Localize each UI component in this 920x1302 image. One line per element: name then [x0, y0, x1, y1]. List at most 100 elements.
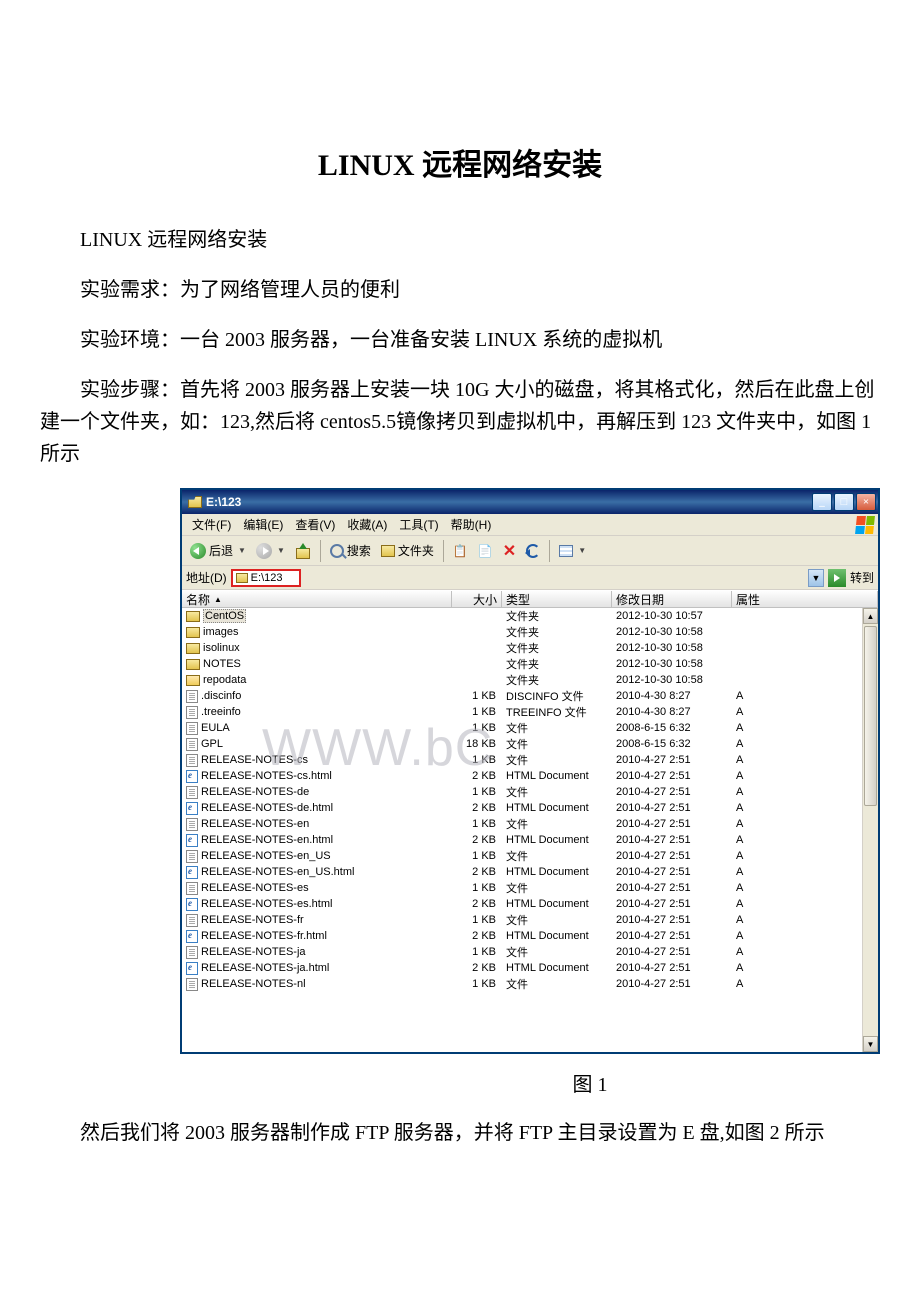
search-icon	[330, 544, 344, 558]
menu-favorites[interactable]: 收藏(A)	[341, 514, 393, 535]
col-size[interactable]: 大小	[452, 591, 502, 607]
sort-asc-icon: ▲	[214, 595, 222, 604]
minimize-button[interactable]: _	[812, 493, 832, 511]
file-name: RELEASE-NOTES-en.html	[201, 834, 333, 846]
file-icon	[186, 675, 200, 686]
file-date: 2010-4-27 2:51	[612, 978, 732, 990]
file-name: RELEASE-NOTES-fr	[201, 914, 304, 926]
table-row[interactable]: RELEASE-NOTES-cs.html2 KBHTML Document20…	[182, 768, 878, 784]
file-icon	[186, 738, 198, 751]
file-name: GPL	[201, 738, 223, 750]
vertical-scrollbar[interactable]: ▲ ▼	[862, 608, 878, 1052]
file-size: 1 KB	[452, 978, 502, 990]
table-row[interactable]: RELEASE-NOTES-de1 KB文件2010-4-27 2:51A	[182, 784, 878, 800]
file-type: 文件	[502, 816, 612, 832]
table-row[interactable]: repodata文件夹2012-10-30 10:58	[182, 672, 878, 688]
table-row[interactable]: RELEASE-NOTES-en.html2 KBHTML Document20…	[182, 832, 878, 848]
table-row[interactable]: GPL18 KB文件2008-6-15 6:32A	[182, 736, 878, 752]
forward-button[interactable]: ▼	[252, 541, 289, 561]
file-type: HTML Document	[502, 930, 612, 942]
close-button[interactable]: ×	[856, 493, 876, 511]
table-row[interactable]: RELEASE-NOTES-es.html2 KBHTML Document20…	[182, 896, 878, 912]
file-type: 文件	[502, 944, 612, 960]
address-label: 地址(D)	[186, 569, 227, 586]
table-row[interactable]: RELEASE-NOTES-en1 KB文件2010-4-27 2:51A	[182, 816, 878, 832]
table-row[interactable]: EULA1 KB文件2008-6-15 6:32A	[182, 720, 878, 736]
file-type: 文件	[502, 720, 612, 736]
file-date: 2010-4-27 2:51	[612, 786, 732, 798]
file-date: 2010-4-27 2:51	[612, 818, 732, 830]
file-icon	[186, 946, 198, 959]
col-type[interactable]: 类型	[502, 591, 612, 607]
folders-button[interactable]: 文件夹	[377, 540, 438, 561]
file-size: 2 KB	[452, 962, 502, 974]
file-date: 2010-4-27 2:51	[612, 930, 732, 942]
table-row[interactable]: RELEASE-NOTES-fr1 KB文件2010-4-27 2:51A	[182, 912, 878, 928]
paste-button[interactable]: 📄	[474, 542, 497, 560]
menu-file[interactable]: 文件(F)	[186, 514, 237, 535]
table-row[interactable]: isolinux文件夹2012-10-30 10:58	[182, 640, 878, 656]
table-row[interactable]: .discinfo1 KBDISCINFO 文件2010-4-30 8:27A	[182, 688, 878, 704]
file-date: 2010-4-27 2:51	[612, 962, 732, 974]
file-date: 2010-4-27 2:51	[612, 834, 732, 846]
fig1-caption: 图 1	[40, 1068, 880, 1097]
table-row[interactable]: RELEASE-NOTES-cs1 KB文件2010-4-27 2:51A	[182, 752, 878, 768]
file-size: 1 KB	[452, 722, 502, 734]
address-dropdown[interactable]: ▼	[808, 569, 824, 587]
file-icon	[186, 754, 198, 767]
search-button[interactable]: 搜索	[326, 540, 375, 561]
table-row[interactable]: RELEASE-NOTES-fr.html2 KBHTML Document20…	[182, 928, 878, 944]
file-icon	[186, 627, 200, 638]
file-type: 文件夹	[502, 608, 612, 624]
file-size: 2 KB	[452, 770, 502, 782]
table-row[interactable]: images文件夹2012-10-30 10:58	[182, 624, 878, 640]
file-name: NOTES	[203, 658, 241, 670]
col-name[interactable]: 名称▲	[182, 591, 452, 607]
col-attr[interactable]: 属性	[732, 591, 878, 607]
titlebar[interactable]: E:\123 _ □ ×	[182, 490, 878, 514]
file-date: 2012-10-30 10:58	[612, 674, 732, 686]
delete-button[interactable]: ✕	[499, 539, 520, 563]
file-attr: A	[732, 850, 878, 862]
col-date[interactable]: 修改日期	[612, 591, 732, 607]
menu-edit[interactable]: 编辑(E)	[237, 514, 289, 535]
file-icon	[186, 786, 198, 799]
menu-view[interactable]: 查看(V)	[289, 514, 341, 535]
file-name: RELEASE-NOTES-cs.html	[201, 770, 332, 782]
scroll-thumb[interactable]	[864, 626, 877, 806]
table-row[interactable]: RELEASE-NOTES-ja.html2 KBHTML Document20…	[182, 960, 878, 976]
file-icon	[186, 866, 198, 879]
scroll-up-button[interactable]: ▲	[863, 608, 878, 624]
back-button[interactable]: 后退▼	[186, 540, 250, 561]
file-size: 1 KB	[452, 690, 502, 702]
file-attr: A	[732, 754, 878, 766]
address-input[interactable]: E:\123	[231, 569, 301, 587]
table-row[interactable]: RELEASE-NOTES-es1 KB文件2010-4-27 2:51A	[182, 880, 878, 896]
table-row[interactable]: RELEASE-NOTES-nl1 KB文件2010-4-27 2:51A	[182, 976, 878, 992]
menu-help[interactable]: 帮助(H)	[445, 514, 498, 535]
scroll-down-button[interactable]: ▼	[863, 1036, 878, 1052]
table-row[interactable]: .treeinfo1 KBTREEINFO 文件2010-4-30 8:27A	[182, 704, 878, 720]
menu-tools[interactable]: 工具(T)	[393, 514, 444, 535]
scroll-track[interactable]	[863, 624, 878, 1036]
go-button[interactable]	[828, 569, 846, 587]
up-button[interactable]	[291, 541, 315, 561]
views-button[interactable]: ▼	[555, 543, 590, 559]
file-attr: A	[732, 722, 878, 734]
folders-icon	[381, 545, 395, 557]
table-row[interactable]: RELEASE-NOTES-en_US.html2 KBHTML Documen…	[182, 864, 878, 880]
file-name: RELEASE-NOTES-de.html	[201, 802, 333, 814]
maximize-button[interactable]: □	[834, 493, 854, 511]
undo-button[interactable]	[522, 542, 544, 560]
table-row[interactable]: CentOS文件夹2012-10-30 10:57	[182, 608, 878, 624]
table-row[interactable]: RELEASE-NOTES-de.html2 KBHTML Document20…	[182, 800, 878, 816]
menubar: 文件(F) 编辑(E) 查看(V) 收藏(A) 工具(T) 帮助(H)	[182, 514, 878, 536]
table-row[interactable]: RELEASE-NOTES-en_US1 KB文件2010-4-27 2:51A	[182, 848, 878, 864]
table-row[interactable]: NOTES文件夹2012-10-30 10:58	[182, 656, 878, 672]
table-row[interactable]: RELEASE-NOTES-ja1 KB文件2010-4-27 2:51A	[182, 944, 878, 960]
file-icon	[186, 706, 198, 719]
file-type: 文件	[502, 976, 612, 992]
address-value: E:\123	[251, 572, 283, 584]
file-icon	[186, 818, 198, 831]
copy-button[interactable]: 📋	[449, 542, 472, 560]
